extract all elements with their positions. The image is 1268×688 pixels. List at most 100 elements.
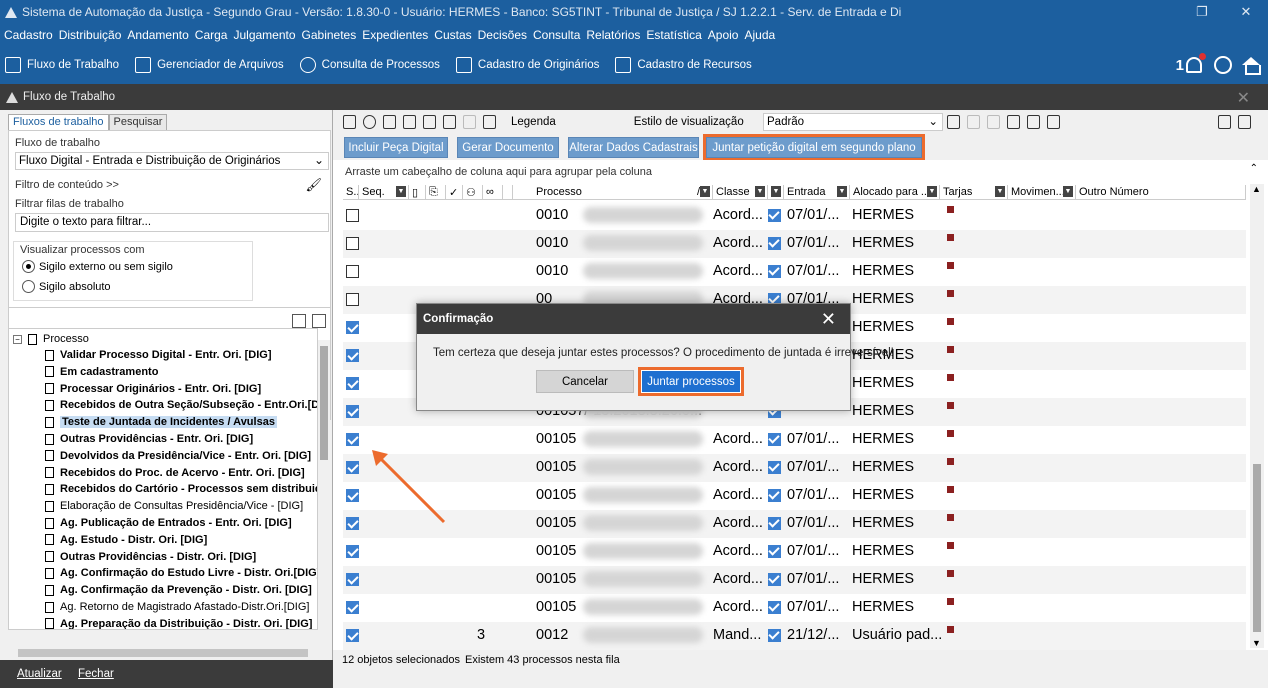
tree-item[interactable]: Recebidos de Outra Seção/Subseção - Entr… bbox=[45, 397, 317, 413]
tree-item[interactable]: Outras Providências - Distr. Ori. [DIG] bbox=[45, 549, 256, 565]
table-row[interactable]: 0010 Acord... 07/01/... HERMES bbox=[343, 230, 1246, 258]
tree-item[interactable]: Ag. Estudo - Distr. Ori. [DIG] bbox=[45, 532, 207, 548]
collapse-icon[interactable]: − bbox=[13, 334, 22, 344]
col-classe[interactable]: Classe ▼ bbox=[713, 185, 768, 199]
brush-icon[interactable]: 🖌 bbox=[305, 177, 322, 193]
row-flag-checkbox[interactable] bbox=[768, 265, 781, 278]
row-checkbox[interactable] bbox=[346, 489, 359, 502]
export-excel-icon[interactable] bbox=[1007, 115, 1020, 129]
menu-item[interactable]: Gabinetes bbox=[302, 28, 357, 42]
row-checkbox[interactable] bbox=[346, 405, 359, 418]
menu-item[interactable]: Ajuda bbox=[744, 28, 775, 42]
tree-item[interactable]: Ag. Retorno de Magistrado Afastado-Distr… bbox=[45, 599, 309, 615]
check-col-icon[interactable]: ✓ bbox=[446, 185, 463, 199]
notes-icon[interactable] bbox=[1027, 115, 1040, 129]
tab-fluxos[interactable]: Fluxos de trabalho bbox=[8, 114, 109, 130]
close-icon[interactable]: ✕ bbox=[1237, 88, 1250, 108]
radio-sigilo-externo[interactable]: Sigilo externo ou sem sigilo bbox=[22, 260, 173, 273]
row-checkbox[interactable] bbox=[346, 349, 359, 362]
row-checkbox[interactable] bbox=[346, 573, 359, 586]
home-icon[interactable] bbox=[1242, 57, 1261, 75]
columns-icon[interactable] bbox=[947, 115, 960, 129]
tree-item[interactable]: Recebidos do Cartório - Processos sem di… bbox=[45, 481, 317, 497]
collapse-tree-icon[interactable] bbox=[1238, 115, 1251, 129]
close-icon[interactable]: ✕ bbox=[1224, 0, 1268, 24]
bell-icon[interactable] bbox=[1186, 53, 1206, 73]
bookmark-col-icon[interactable]: ▯ bbox=[409, 185, 426, 199]
menu-item[interactable]: Custas bbox=[434, 28, 471, 42]
fechar-button[interactable]: Fechar bbox=[78, 668, 114, 680]
atualizar-button[interactable]: Atualizar bbox=[17, 668, 62, 680]
radio-sigilo-absoluto[interactable]: Sigilo absoluto bbox=[22, 280, 111, 293]
incluir-peca-button[interactable]: Incluir Peça Digital bbox=[344, 137, 448, 158]
menu-item[interactable]: Julgamento bbox=[233, 28, 295, 42]
col-tarjas[interactable]: Tarjas ▼ bbox=[940, 185, 1008, 199]
restore-icon[interactable]: ❐ bbox=[1180, 0, 1224, 24]
menu-item[interactable]: Andamento bbox=[127, 28, 188, 42]
row-flag-checkbox[interactable] bbox=[768, 573, 781, 586]
row-checkbox[interactable] bbox=[346, 265, 359, 278]
toolbar-gerenciador-arquivos[interactable]: Gerenciador de Arquivos bbox=[135, 57, 284, 73]
scroll-thumb[interactable] bbox=[320, 346, 328, 460]
tree-item[interactable]: Recebidos do Proc. de Acervo - Entr. Ori… bbox=[45, 465, 305, 481]
tree-item[interactable]: Devolvidos da Presidência/Vice - Entr. O… bbox=[45, 448, 311, 464]
row-flag-checkbox[interactable] bbox=[768, 545, 781, 558]
table-row[interactable]: 3 0012 Mand... 21/12/... Usuário pad... bbox=[343, 622, 1246, 650]
filter-dropdown-icon[interactable]: ▼ bbox=[771, 186, 781, 197]
toolbar-fluxo-trabalho[interactable]: Fluxo de Trabalho bbox=[5, 57, 119, 73]
collapse-up-icon[interactable]: ⌃ bbox=[1250, 163, 1258, 174]
table-row[interactable]: 00105 Acord... 07/01/... HERMES bbox=[343, 566, 1246, 594]
tree-item[interactable]: Ag. Confirmação da Prevenção - Distr. Or… bbox=[45, 582, 312, 598]
filter-dropdown-icon[interactable]: ▼ bbox=[755, 186, 765, 197]
new-document-icon[interactable] bbox=[343, 115, 356, 129]
refresh-icon[interactable] bbox=[363, 115, 376, 129]
table-row[interactable]: 00105 Acord... 07/01/... HERMES bbox=[343, 482, 1246, 510]
juntar-peticao-button[interactable]: Juntar petição digital em segundo plano bbox=[703, 134, 925, 161]
row-checkbox[interactable] bbox=[346, 433, 359, 446]
filter-input[interactable]: Digite o texto para filtrar... bbox=[15, 213, 329, 232]
menu-item[interactable]: Estatística bbox=[646, 28, 701, 42]
tree-item[interactable]: Validar Processo Digital - Entr. Ori. [D… bbox=[45, 347, 272, 363]
filter-dropdown-icon[interactable]: ▼ bbox=[995, 186, 1005, 197]
tree-item[interactable]: Processar Originários - Entr. Ori. [DIG] bbox=[45, 381, 261, 397]
row-flag-checkbox[interactable] bbox=[768, 601, 781, 614]
tree-item[interactable]: Em cadastramento bbox=[45, 364, 158, 380]
filter-dropdown-icon[interactable]: ▼ bbox=[1063, 186, 1073, 197]
menu-item[interactable]: Apoio bbox=[708, 28, 739, 42]
tree-item[interactable]: Ag. Confirmação do Estudo Livre - Distr.… bbox=[45, 565, 317, 581]
expand-tree-icon[interactable] bbox=[292, 314, 306, 328]
check-col-icon[interactable]: ▼ bbox=[768, 185, 784, 199]
table-row[interactable]: 00105 Acord... 07/01/... HERMES bbox=[343, 454, 1246, 482]
col-outro-numero[interactable]: Outro Número bbox=[1076, 185, 1246, 199]
users-icon[interactable] bbox=[1214, 56, 1232, 74]
scroll-thumb[interactable] bbox=[18, 649, 308, 657]
alterar-dados-button[interactable]: Alterar Dados Cadastrais bbox=[568, 137, 699, 158]
col-alocado[interactable]: Alocado para ... ▼ bbox=[850, 185, 940, 199]
row-flag-checkbox[interactable] bbox=[768, 461, 781, 474]
attach-col-icon[interactable]: ⎘ bbox=[426, 185, 446, 199]
print-preview-icon[interactable] bbox=[443, 115, 456, 129]
search-doc-icon[interactable] bbox=[483, 115, 496, 129]
filter-dropdown-icon[interactable]: ▼ bbox=[700, 186, 710, 197]
table-row[interactable]: 00105 Acord... 07/01/... HERMES bbox=[343, 426, 1246, 454]
people-col-icon[interactable]: ⚇ bbox=[463, 185, 483, 199]
copy-icon[interactable] bbox=[383, 115, 396, 129]
duplicate-icon[interactable] bbox=[403, 115, 416, 129]
table-row[interactable]: 00105 Acord... 07/01/... HERMES bbox=[343, 538, 1246, 566]
row-flag-checkbox[interactable] bbox=[768, 517, 781, 530]
print-icon[interactable] bbox=[423, 115, 436, 129]
row-checkbox[interactable] bbox=[346, 293, 359, 306]
row-checkbox[interactable] bbox=[346, 237, 359, 250]
tree-item[interactable]: Elaboração de Consultas Presidência/Vice… bbox=[45, 498, 303, 514]
filter-dropdown-icon[interactable]: ▼ bbox=[837, 186, 847, 197]
cancel-button[interactable]: Cancelar bbox=[536, 370, 634, 393]
link-col-icon[interactable]: ∞ bbox=[483, 185, 503, 199]
collapse-tree-icon[interactable] bbox=[312, 314, 326, 328]
toolbar-cadastro-originarios[interactable]: Cadastro de Originários bbox=[455, 57, 599, 73]
menu-item[interactable]: Consulta bbox=[533, 28, 580, 42]
report-icon[interactable] bbox=[1047, 115, 1060, 129]
row-checkbox[interactable] bbox=[346, 321, 359, 334]
tree-root[interactable]: − Processo bbox=[13, 331, 89, 347]
filter-dropdown-icon[interactable]: ▼ bbox=[396, 186, 406, 197]
tree-vscroll[interactable] bbox=[318, 340, 330, 640]
